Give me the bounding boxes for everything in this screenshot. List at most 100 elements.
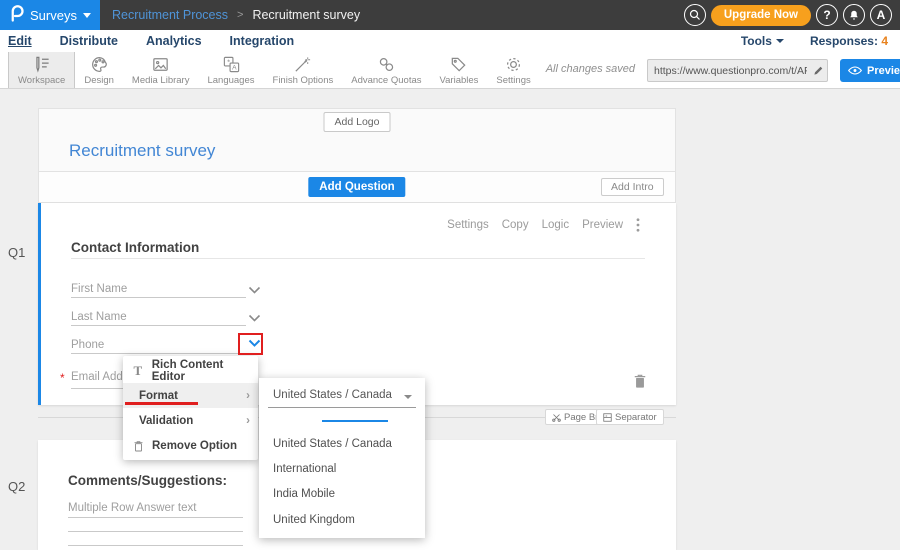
format-options-list: United States / Canada International Ind… [259, 431, 425, 533]
pencil-icon [813, 65, 824, 76]
advance-quotas-icon [377, 55, 396, 74]
product-label: Surveys [30, 8, 77, 23]
question-number-q2: Q2 [8, 479, 25, 494]
toolbar-variables[interactable]: Variables [431, 52, 488, 88]
scissors-icon [552, 413, 561, 422]
toolbar-media-library[interactable]: Media Library [123, 52, 199, 88]
question-mark-icon: ? [823, 8, 830, 22]
field-underline [71, 353, 246, 354]
design-icon [90, 55, 109, 74]
q1-copy-link[interactable]: Copy [502, 219, 529, 231]
format-option-united-kingdom[interactable]: United Kingdom [259, 507, 425, 532]
format-option-india-mobile[interactable]: India Mobile [259, 482, 425, 507]
answer-line [68, 545, 243, 546]
chevron-down-icon[interactable] [248, 314, 261, 323]
chevron-down-icon[interactable] [248, 286, 261, 295]
menu-item-rich-content-editor[interactable]: T Rich Content Editor [123, 358, 258, 383]
more-options-icon[interactable] [636, 218, 640, 232]
search-icon [689, 9, 701, 21]
notifications-button[interactable] [843, 4, 865, 26]
finish-options-icon [293, 55, 312, 74]
submenu-arrow-icon: › [246, 390, 250, 402]
toolbar-advance-quotas[interactable]: Advance Quotas [342, 52, 430, 88]
tab-integration[interactable]: Integration [230, 34, 295, 48]
search-button[interactable] [684, 4, 706, 26]
select-underline [268, 407, 416, 408]
q2-question-text[interactable]: Comments/Suggestions: [68, 473, 227, 488]
breadcrumb: Recruitment Process > Recruitment survey [112, 0, 360, 30]
menu-item-remove-option[interactable]: Remove Option [123, 433, 258, 458]
chevron-down-icon [83, 13, 91, 18]
responses-link[interactable]: Responses: 4 [810, 34, 888, 48]
toolbar-finish-options[interactable]: Finish Options [264, 52, 343, 88]
editor-toolbar: Workspace Design Media Library *A Langua… [0, 52, 900, 89]
format-select[interactable]: United States / Canada [273, 389, 392, 401]
toolbar-languages[interactable]: *A Languages [198, 52, 263, 88]
add-logo-button[interactable]: Add Logo [324, 112, 391, 132]
delete-question-button[interactable] [633, 373, 647, 394]
topbar-actions: Upgrade Now ? A [684, 0, 892, 30]
q2-answer-placeholder[interactable]: Multiple Row Answer text [68, 502, 196, 514]
menu-item-format[interactable]: Format › [123, 383, 258, 408]
survey-header-card: Add Logo Recruitment survey [38, 108, 676, 172]
separator-button[interactable]: Separator [596, 409, 664, 425]
tab-distribute[interactable]: Distribute [60, 34, 118, 48]
divider [71, 258, 645, 259]
questionpro-logo-icon [9, 4, 24, 27]
edit-url-button[interactable] [809, 65, 827, 76]
submenu-arrow-icon: › [246, 415, 250, 427]
svg-text:A: A [232, 65, 237, 72]
trash-icon [633, 373, 647, 389]
select-focus-line [322, 420, 388, 422]
bell-icon [848, 9, 860, 22]
survey-actions-row: Add Question Add Intro [38, 172, 676, 203]
survey-url-box [647, 59, 828, 82]
option-context-menu: T Rich Content Editor Format › Validatio… [123, 356, 258, 460]
section-nav: Edit Distribute Analytics Integration To… [0, 30, 900, 52]
breadcrumb-current: Recruitment survey [252, 8, 360, 22]
field-label-last-name[interactable]: Last Name [71, 311, 127, 323]
field-label-phone[interactable]: Phone [71, 339, 104, 351]
toolbar-design[interactable]: Design [75, 52, 123, 88]
account-avatar[interactable]: A [870, 4, 892, 26]
chevron-down-icon [404, 395, 412, 399]
question-number-q1: Q1 [8, 245, 25, 260]
field-underline [71, 325, 246, 326]
trash-icon [130, 440, 146, 452]
menu-item-validation[interactable]: Validation › [123, 408, 258, 433]
preview-button[interactable]: Preview [840, 59, 900, 82]
required-marker: * [60, 371, 65, 385]
q1-question-text[interactable]: Contact Information [71, 240, 199, 255]
q1-preview-link[interactable]: Preview [582, 219, 623, 231]
q1-action-links: Settings Copy Logic Preview [447, 218, 640, 232]
phone-format-chevron-icon[interactable] [248, 339, 261, 348]
field-underline [71, 297, 246, 298]
survey-url-input[interactable] [648, 65, 809, 77]
answer-line [68, 531, 243, 532]
add-question-button[interactable]: Add Question [308, 177, 405, 197]
add-intro-button[interactable]: Add Intro [601, 178, 664, 196]
field-label-first-name[interactable]: First Name [71, 283, 127, 295]
avatar-initial: A [877, 8, 886, 22]
q1-logic-link[interactable]: Logic [542, 219, 570, 231]
format-option-us-canada[interactable]: United States / Canada [259, 431, 425, 456]
surveys-product-menu[interactable]: Surveys [0, 0, 100, 30]
breadcrumb-folder[interactable]: Recruitment Process [112, 8, 228, 22]
top-header-bar: Surveys Recruitment Process > Recruitmen… [0, 0, 900, 30]
q1-settings-link[interactable]: Settings [447, 219, 489, 231]
responses-count: 4 [881, 34, 888, 48]
tools-menu[interactable]: Tools [741, 34, 784, 48]
tab-analytics[interactable]: Analytics [146, 34, 202, 48]
variables-icon [449, 55, 468, 74]
languages-icon: *A [222, 55, 241, 74]
help-button[interactable]: ? [816, 4, 838, 26]
toolbar-settings[interactable]: Settings [487, 52, 539, 88]
answer-line [68, 517, 243, 518]
chevron-down-icon [776, 39, 784, 43]
workspace-icon [32, 55, 51, 74]
tab-edit[interactable]: Edit [8, 34, 32, 48]
toolbar-workspace[interactable]: Workspace [8, 52, 75, 88]
upgrade-now-button[interactable]: Upgrade Now [711, 5, 811, 26]
survey-title[interactable]: Recruitment survey [69, 141, 215, 161]
format-option-international[interactable]: International [259, 456, 425, 481]
